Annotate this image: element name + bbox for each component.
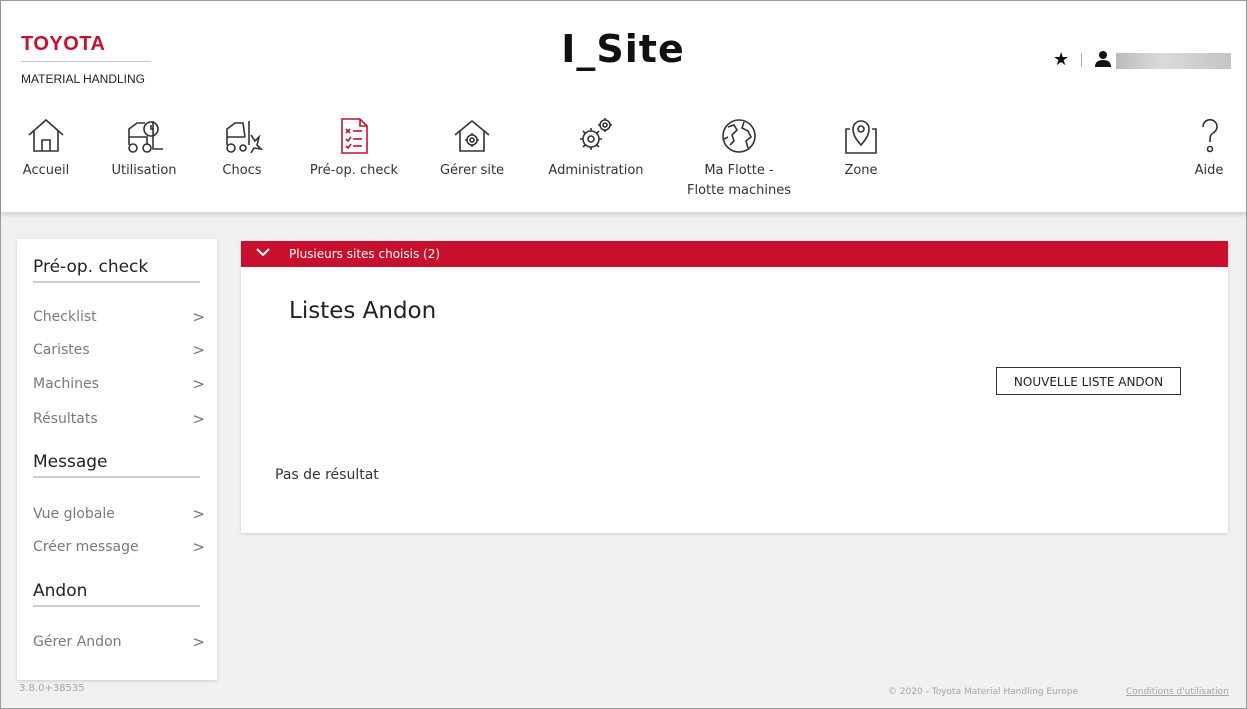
new-andon-list-button[interactable]: NOUVELLE LISTE ANDON <box>996 367 1181 395</box>
sidebar-heading-pre-op-check: Pré-op. check <box>33 257 200 283</box>
nav-gerer-site[interactable]: Gérer site <box>437 115 507 181</box>
sidebar-item-label: Checklist <box>33 309 97 325</box>
sidebar-item-vue-globale[interactable]: Vue globale > <box>33 505 205 523</box>
map-pin-icon <box>845 120 877 154</box>
sidebar-item-resultats[interactable]: Résultats > <box>33 410 205 428</box>
sidebar-item-caristes[interactable]: Caristes > <box>33 341 205 359</box>
forklift-clock-icon <box>128 121 163 153</box>
sidebar-item-machines[interactable]: Machines > <box>33 375 205 393</box>
terms-link[interactable]: Conditions d'utilisation <box>1126 687 1229 697</box>
site-selector-label: Plusieurs sites choisis (2) <box>289 247 441 261</box>
nav-label: Aide <box>1194 163 1224 178</box>
chevron-right-icon: > <box>192 375 205 393</box>
help-icon <box>1202 118 1218 153</box>
chevron-down-icon <box>256 248 270 257</box>
home-icon <box>28 118 64 152</box>
logo-brand: TOYOTA <box>21 33 106 55</box>
nav-utilisation[interactable]: Utilisation <box>105 115 183 181</box>
user-icon[interactable] <box>1093 49 1113 69</box>
sidebar-item-gerer-andon[interactable]: Gérer Andon > <box>33 633 205 651</box>
sidebar-item-label: Créer message <box>33 539 139 555</box>
checklist-icon <box>341 118 368 154</box>
nav-chocs[interactable]: Chocs <box>215 115 269 181</box>
copyright-text: © 2020 - Toyota Material Handling Europe <box>888 687 1078 697</box>
header: TOYOTA MATERIAL HANDLING I_Site ★ Accuei… <box>1 1 1246 213</box>
nav-label: Accueil <box>22 163 70 178</box>
logo-subtitle: MATERIAL HANDLING <box>21 72 146 86</box>
app-title: I_Site <box>561 27 685 71</box>
main-panel: Plusieurs sites choisis (2) Listes Andon… <box>241 241 1228 533</box>
nav-label: Administration <box>548 163 644 178</box>
chevron-right-icon: > <box>192 633 205 651</box>
nav-ma-flotte[interactable]: Ma Flotte - Flotte machines <box>684 115 794 201</box>
forklift-impact-icon <box>226 121 263 154</box>
star-icon[interactable]: ★ <box>1053 49 1069 70</box>
logo-divider <box>21 61 151 62</box>
user-name-redacted[interactable] <box>1116 53 1231 69</box>
nav-label: Pré-op. check <box>309 163 399 178</box>
site-selector-bar[interactable]: Plusieurs sites choisis (2) <box>241 241 1228 267</box>
sidebar-heading-message: Message <box>33 452 200 478</box>
chevron-right-icon: > <box>192 308 205 326</box>
nav-label: Gérer site <box>439 163 505 178</box>
nav-accueil[interactable]: Accueil <box>19 115 73 181</box>
empty-state-text: Pas de résultat <box>275 467 379 483</box>
sidebar: Pré-op. check Checklist > Caristes > Mac… <box>17 239 217 680</box>
sidebar-item-creer-message[interactable]: Créer message > <box>33 538 205 556</box>
sidebar-item-label: Résultats <box>33 411 98 427</box>
chevron-right-icon: > <box>192 505 205 523</box>
sidebar-item-checklist[interactable]: Checklist > <box>33 308 205 326</box>
chevron-right-icon: > <box>192 538 205 556</box>
house-gear-icon <box>454 119 490 152</box>
nav-label-line2: Flotte machines <box>686 183 791 198</box>
nav-label: Ma Flotte - <box>704 163 774 178</box>
nav-label: Chocs <box>222 163 262 178</box>
nav-pre-op-check[interactable]: Pré-op. check <box>307 115 401 181</box>
sidebar-heading-andon: Andon <box>33 581 200 607</box>
chevron-right-icon: > <box>192 410 205 428</box>
sidebar-item-label: Vue globale <box>33 506 115 522</box>
sidebar-item-label: Caristes <box>33 342 90 358</box>
toyota-logo[interactable]: TOYOTA MATERIAL HANDLING <box>21 33 161 86</box>
globe-icon <box>722 119 756 153</box>
nav-aide[interactable]: Aide <box>1189 115 1229 181</box>
nav-administration[interactable]: Administration <box>544 115 648 181</box>
nav-label: Utilisation <box>111 163 177 178</box>
nav-zone[interactable]: Zone <box>831 115 891 181</box>
sidebar-item-label: Machines <box>33 376 99 392</box>
chevron-right-icon: > <box>192 341 205 359</box>
sidebar-item-label: Gérer Andon <box>33 634 122 650</box>
page-title: Listes Andon <box>289 298 437 324</box>
gears-icon <box>580 118 612 150</box>
nav-label: Zone <box>844 163 878 178</box>
header-separator <box>1081 53 1082 67</box>
version-label: 3.8.0+38535 <box>19 683 85 694</box>
